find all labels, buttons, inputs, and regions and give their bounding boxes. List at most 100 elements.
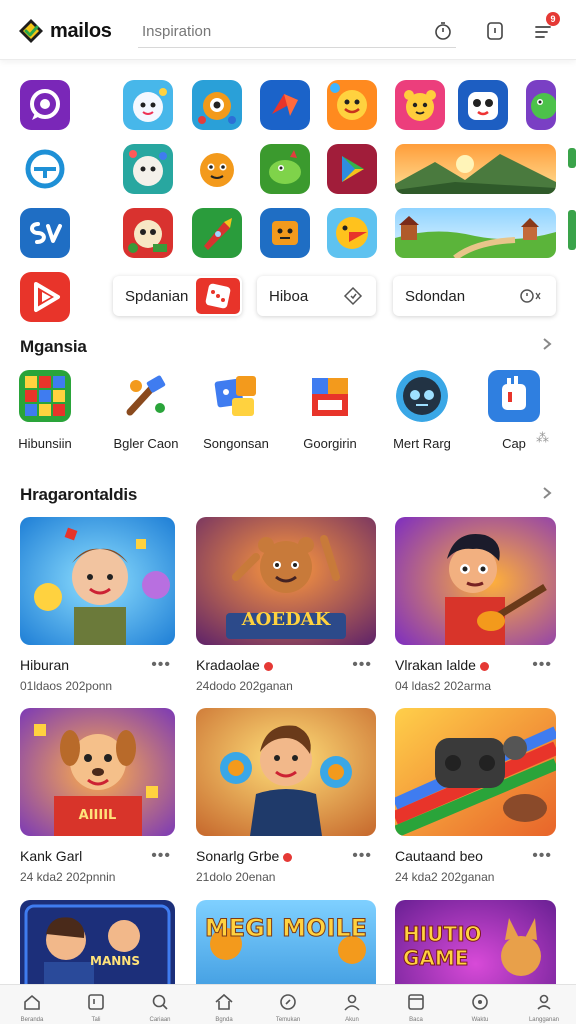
- category-item[interactable]: Songonsan: [194, 370, 278, 451]
- game-tile-15[interactable]: [327, 208, 377, 258]
- nav-label: Baca: [409, 1017, 423, 1023]
- user-icon: [344, 994, 360, 1011]
- logo-text: mailos: [50, 19, 112, 42]
- game-tile-13[interactable]: [192, 208, 242, 258]
- brand-app-tile-1[interactable]: [20, 80, 70, 130]
- brand-app-tile-2[interactable]: [20, 144, 70, 194]
- overflow-icon: ⁂: [536, 430, 549, 445]
- nav-label: Waktu: [471, 1017, 489, 1023]
- brand-app-tile-4[interactable]: [20, 272, 70, 322]
- more-options-icon[interactable]: •••: [352, 848, 372, 864]
- verified-badge-icon: [479, 661, 489, 671]
- game-tile-4[interactable]: [327, 80, 377, 130]
- nav-search[interactable]: Cariaan: [128, 985, 192, 1024]
- timer-icon: [435, 22, 451, 40]
- puzzle-board-icon: [19, 370, 71, 422]
- nav-read[interactable]: Baca: [384, 985, 448, 1024]
- game-tile-3[interactable]: [260, 80, 310, 130]
- game-card[interactable]: Vlrakan lalde ••• 04 ldas2 202arma: [395, 517, 556, 693]
- notifications-button[interactable]: 9: [530, 12, 560, 44]
- frog-character-icon: [526, 80, 556, 130]
- category-item[interactable]: Hibunsiin: [3, 370, 87, 451]
- bookmark-icon: [88, 994, 104, 1010]
- category-label: Hibunsiin: [18, 436, 72, 451]
- card-subtitle: 21dolo 20enan: [196, 870, 276, 884]
- search-icon: [152, 994, 168, 1010]
- nav-account[interactable]: Akun: [320, 985, 384, 1024]
- diamond-icon: [343, 286, 363, 306]
- category-item[interactable]: Bgler Caon: [104, 370, 188, 451]
- bottom-navigation: Beranda Tali Cariaan Bgnda Temukan Akun …: [0, 984, 576, 1024]
- game-tile-2[interactable]: [192, 80, 242, 130]
- verified-badge-icon: [263, 661, 273, 671]
- game-tile-1[interactable]: [123, 80, 173, 130]
- app-logo[interactable]: mailos: [18, 18, 112, 44]
- chip-label: Spdanian: [125, 287, 189, 305]
- category-label: Goorgirin: [303, 436, 357, 451]
- nav-saved[interactable]: Tali: [64, 985, 128, 1024]
- nav-label: Akun: [345, 1017, 359, 1023]
- game-card[interactable]: Cautaand beo ••• 24 kda2 202ganan: [395, 708, 556, 884]
- tools-icon: [120, 370, 172, 422]
- puzzle-cubes-icon: [210, 370, 262, 422]
- category-item[interactable]: Mert Rarg: [380, 370, 464, 451]
- game-tile-7[interactable]: [526, 80, 556, 130]
- landscape-banner-1[interactable]: [395, 144, 556, 194]
- landscape-banner-2[interactable]: [395, 208, 556, 258]
- more-options-icon[interactable]: •••: [151, 657, 171, 673]
- app-root: mailos 9: [0, 0, 576, 1024]
- nav-explore[interactable]: Temukan: [256, 985, 320, 1024]
- game-card[interactable]: AIIIIL Kank Garl ••• 24 kda2 202pnnin: [20, 708, 175, 884]
- game-tile-8[interactable]: [123, 144, 173, 194]
- card-art-text: MANNS: [90, 954, 140, 968]
- card-art-text: AIIIIL: [78, 808, 117, 823]
- game-tile-9[interactable]: [192, 144, 242, 194]
- category-item[interactable]: Goorgirin: [288, 370, 372, 451]
- nav-home-alt[interactable]: Bgnda: [192, 985, 256, 1024]
- filter-chip-1[interactable]: Spdanian: [113, 276, 242, 316]
- chevron-right-icon[interactable]: [540, 486, 554, 500]
- more-options-icon[interactable]: •••: [352, 657, 372, 673]
- card-title: Kank Garl: [20, 848, 83, 864]
- game-tile-5[interactable]: [395, 80, 445, 130]
- game-tile-6[interactable]: [458, 80, 508, 130]
- more-options-icon[interactable]: •••: [532, 657, 552, 673]
- compass-icon: [280, 994, 296, 1010]
- nav-home[interactable]: Beranda: [0, 985, 64, 1024]
- more-options-icon[interactable]: •••: [151, 848, 171, 864]
- filter-chip-2[interactable]: Hiboa: [257, 276, 376, 316]
- filter-chip-3[interactable]: Sdondan: [393, 276, 556, 316]
- cropped-tile-edge: [568, 210, 576, 250]
- nav-time[interactable]: Waktu: [448, 985, 512, 1024]
- game-card[interactable]: Sonarlg Grbe ••• 21dolo 20enan: [196, 708, 376, 884]
- game-card[interactable]: Hiburan ••• 01ldaos 202ponn: [20, 517, 175, 693]
- game-tile-11[interactable]: [327, 144, 377, 194]
- robot-face-icon: [396, 370, 448, 422]
- play-logo-icon: [34, 282, 60, 312]
- notification-badge: 9: [546, 12, 560, 26]
- nav-profile[interactable]: Langganan: [512, 985, 576, 1024]
- search-bar[interactable]: [138, 16, 456, 48]
- card-subtitle: 24 kda2 202pnnin: [20, 870, 116, 884]
- mountain-landscape-image: [395, 144, 556, 194]
- category-label: Mert Rarg: [393, 436, 451, 451]
- chevron-right-icon[interactable]: [540, 337, 554, 351]
- house-icon: [215, 993, 233, 1010]
- home-icon: [24, 994, 40, 1010]
- search-input[interactable]: [138, 16, 456, 46]
- brand-app-tile-3[interactable]: [20, 208, 70, 258]
- script-logo-icon: [30, 222, 62, 244]
- card-title: Vlrakan lalde: [395, 657, 489, 673]
- game-card[interactable]: AOEDAK Kradaolae ••• 24dodo 202ganan: [196, 517, 376, 693]
- library-button[interactable]: [482, 18, 508, 44]
- game-tile-14[interactable]: [260, 208, 310, 258]
- card-subtitle: 04 ldas2 202arma: [395, 679, 492, 693]
- timer-button[interactable]: [430, 18, 456, 44]
- profile-icon: [537, 994, 551, 1010]
- game-tile-10[interactable]: [260, 144, 310, 194]
- more-options-icon[interactable]: •••: [532, 848, 552, 864]
- nav-label: Bgnda: [215, 1017, 233, 1023]
- game-tile-12[interactable]: [123, 208, 173, 258]
- monkey-character-icon: [123, 208, 173, 258]
- nav-label: Langganan: [528, 1017, 560, 1023]
